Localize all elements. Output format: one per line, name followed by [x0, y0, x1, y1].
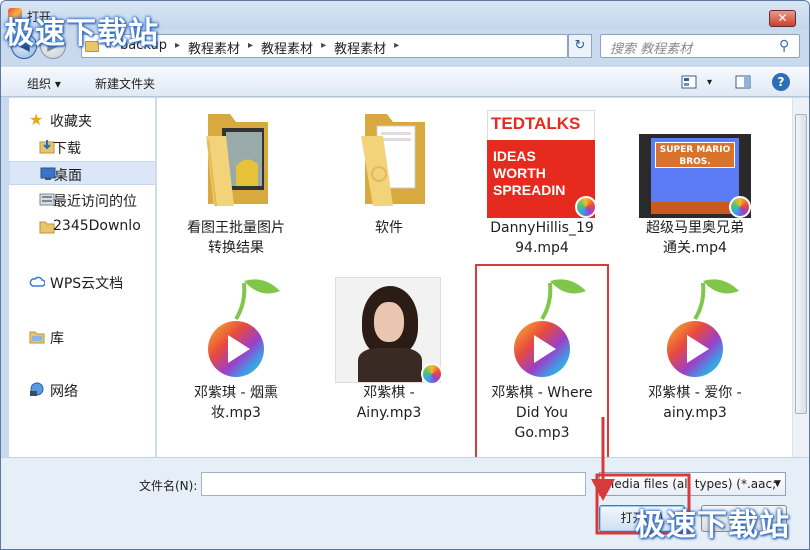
navigation-pane: ★ 收藏夹 下载 桌面 最近访问的位 2345Downlo WPS云文档 库 网…: [9, 98, 156, 457]
file-name: 邓紫琪 - 烟熏 妆.mp3: [194, 385, 278, 421]
ted-logo: TEDTALKS: [491, 114, 581, 133]
player-badge-icon: [729, 196, 751, 218]
refresh-button[interactable]: ↻: [568, 34, 592, 58]
folder-icon: [339, 106, 439, 216]
sidebar-item-wps-cloud[interactable]: WPS云文档: [9, 270, 155, 294]
help-button[interactable]: ?: [772, 73, 790, 91]
view-options-icon[interactable]: [681, 74, 697, 90]
command-bar: 组织 ▾ 新建文件夹 ▾ ?: [1, 67, 809, 97]
open-file-dialog: 打开 ✕ ◀ ▶ « backup ▸ 教程素材 ▸ 教程素材 ▸ 教程素材 ▸…: [0, 0, 810, 550]
sidebar-item-favorites[interactable]: ★ 收藏夹: [9, 108, 155, 132]
scrollbar-thumb[interactable]: [795, 114, 807, 414]
network-icon: [30, 382, 44, 396]
organize-menu[interactable]: 组织 ▾: [27, 75, 61, 92]
file-name: DannyHillis_19 94.mp4: [490, 220, 594, 256]
music-file-icon: [645, 271, 745, 381]
watermark: 极速下载站: [635, 508, 790, 543]
sidebar-item-desktop[interactable]: 桌面: [9, 161, 155, 185]
star-icon: ★: [29, 110, 44, 129]
file-name: 看图王批量图片 转换结果: [187, 220, 285, 256]
sidebar-item-network[interactable]: 网络: [9, 378, 155, 402]
breadcrumb-item[interactable]: 教程素材: [188, 38, 240, 57]
chevron-down-icon[interactable]: ▼: [774, 479, 781, 489]
new-folder-button[interactable]: 新建文件夹: [95, 75, 155, 92]
player-badge-icon: [421, 363, 443, 385]
breadcrumb-item[interactable]: 教程素材: [334, 38, 386, 57]
chevron-right-icon[interactable]: ▸: [175, 38, 180, 57]
cloud-icon: [29, 276, 45, 287]
sidebar-item-2345downloads[interactable]: 2345Downlo: [9, 215, 155, 239]
file-name: 邓紫棋 - Ainy.mp3: [356, 385, 422, 421]
search-icon[interactable]: ⚲: [779, 38, 789, 54]
file-item[interactable]: TEDTALKS IDEAS WORTH SPREADIN DannyHilli…: [467, 106, 617, 258]
ted-line: IDEAS: [493, 148, 536, 164]
close-button[interactable]: ✕: [769, 10, 796, 27]
vertical-scrollbar[interactable]: [792, 98, 809, 457]
chevron-right-icon[interactable]: ▸: [321, 38, 326, 57]
search-input[interactable]: 搜索 教程素材: [610, 38, 692, 57]
file-item[interactable]: 邓紫棋 - Ainy.mp3: [314, 271, 464, 423]
file-item[interactable]: 邓紫棋 - 爱你 - ainy.mp3: [620, 271, 770, 423]
sidebar-item-recent[interactable]: 最近访问的位: [9, 188, 155, 212]
library-icon: [29, 331, 45, 344]
sidebar-item-downloads[interactable]: 下载: [9, 135, 155, 159]
breadcrumb-item[interactable]: 教程素材: [261, 38, 313, 57]
video-thumbnail: SUPER MARIO BROS.: [639, 106, 751, 218]
player-badge-icon: [575, 196, 597, 218]
sidebar-item-library[interactable]: 库: [9, 325, 155, 349]
file-item[interactable]: 邓紫琪 - 烟熏 妆.mp3: [161, 271, 311, 423]
view-dropdown-icon[interactable]: ▾: [707, 77, 712, 88]
ted-line: WORTH: [493, 165, 546, 181]
mario-title: SUPER MARIO BROS.: [655, 142, 735, 168]
filename-field[interactable]: ▼: [201, 472, 778, 496]
file-item[interactable]: 软件: [314, 106, 464, 238]
chevron-right-icon[interactable]: ▸: [248, 38, 253, 57]
chevron-right-icon[interactable]: ▸: [394, 38, 399, 57]
album-art-thumbnail: [335, 271, 443, 385]
search-box[interactable]: 搜索 教程素材 ⚲: [600, 34, 800, 58]
music-file-icon: [186, 271, 286, 381]
file-item[interactable]: 看图王批量图片 转换结果: [161, 106, 311, 258]
ted-line: SPREADIN: [493, 182, 566, 198]
filename-label: 文件名(N):: [139, 479, 198, 493]
video-thumbnail: TEDTALKS IDEAS WORTH SPREADIN: [487, 106, 597, 218]
preview-pane-icon[interactable]: [735, 74, 751, 90]
watermark: 极速下载站: [4, 16, 159, 51]
file-item[interactable]: SUPER MARIO BROS. 超级马里奥兄弟 通关.mp4: [620, 106, 770, 258]
file-name: 超级马里奥兄弟 通关.mp4: [646, 220, 744, 256]
folder-icon: [186, 106, 286, 216]
file-name: 软件: [375, 220, 403, 236]
